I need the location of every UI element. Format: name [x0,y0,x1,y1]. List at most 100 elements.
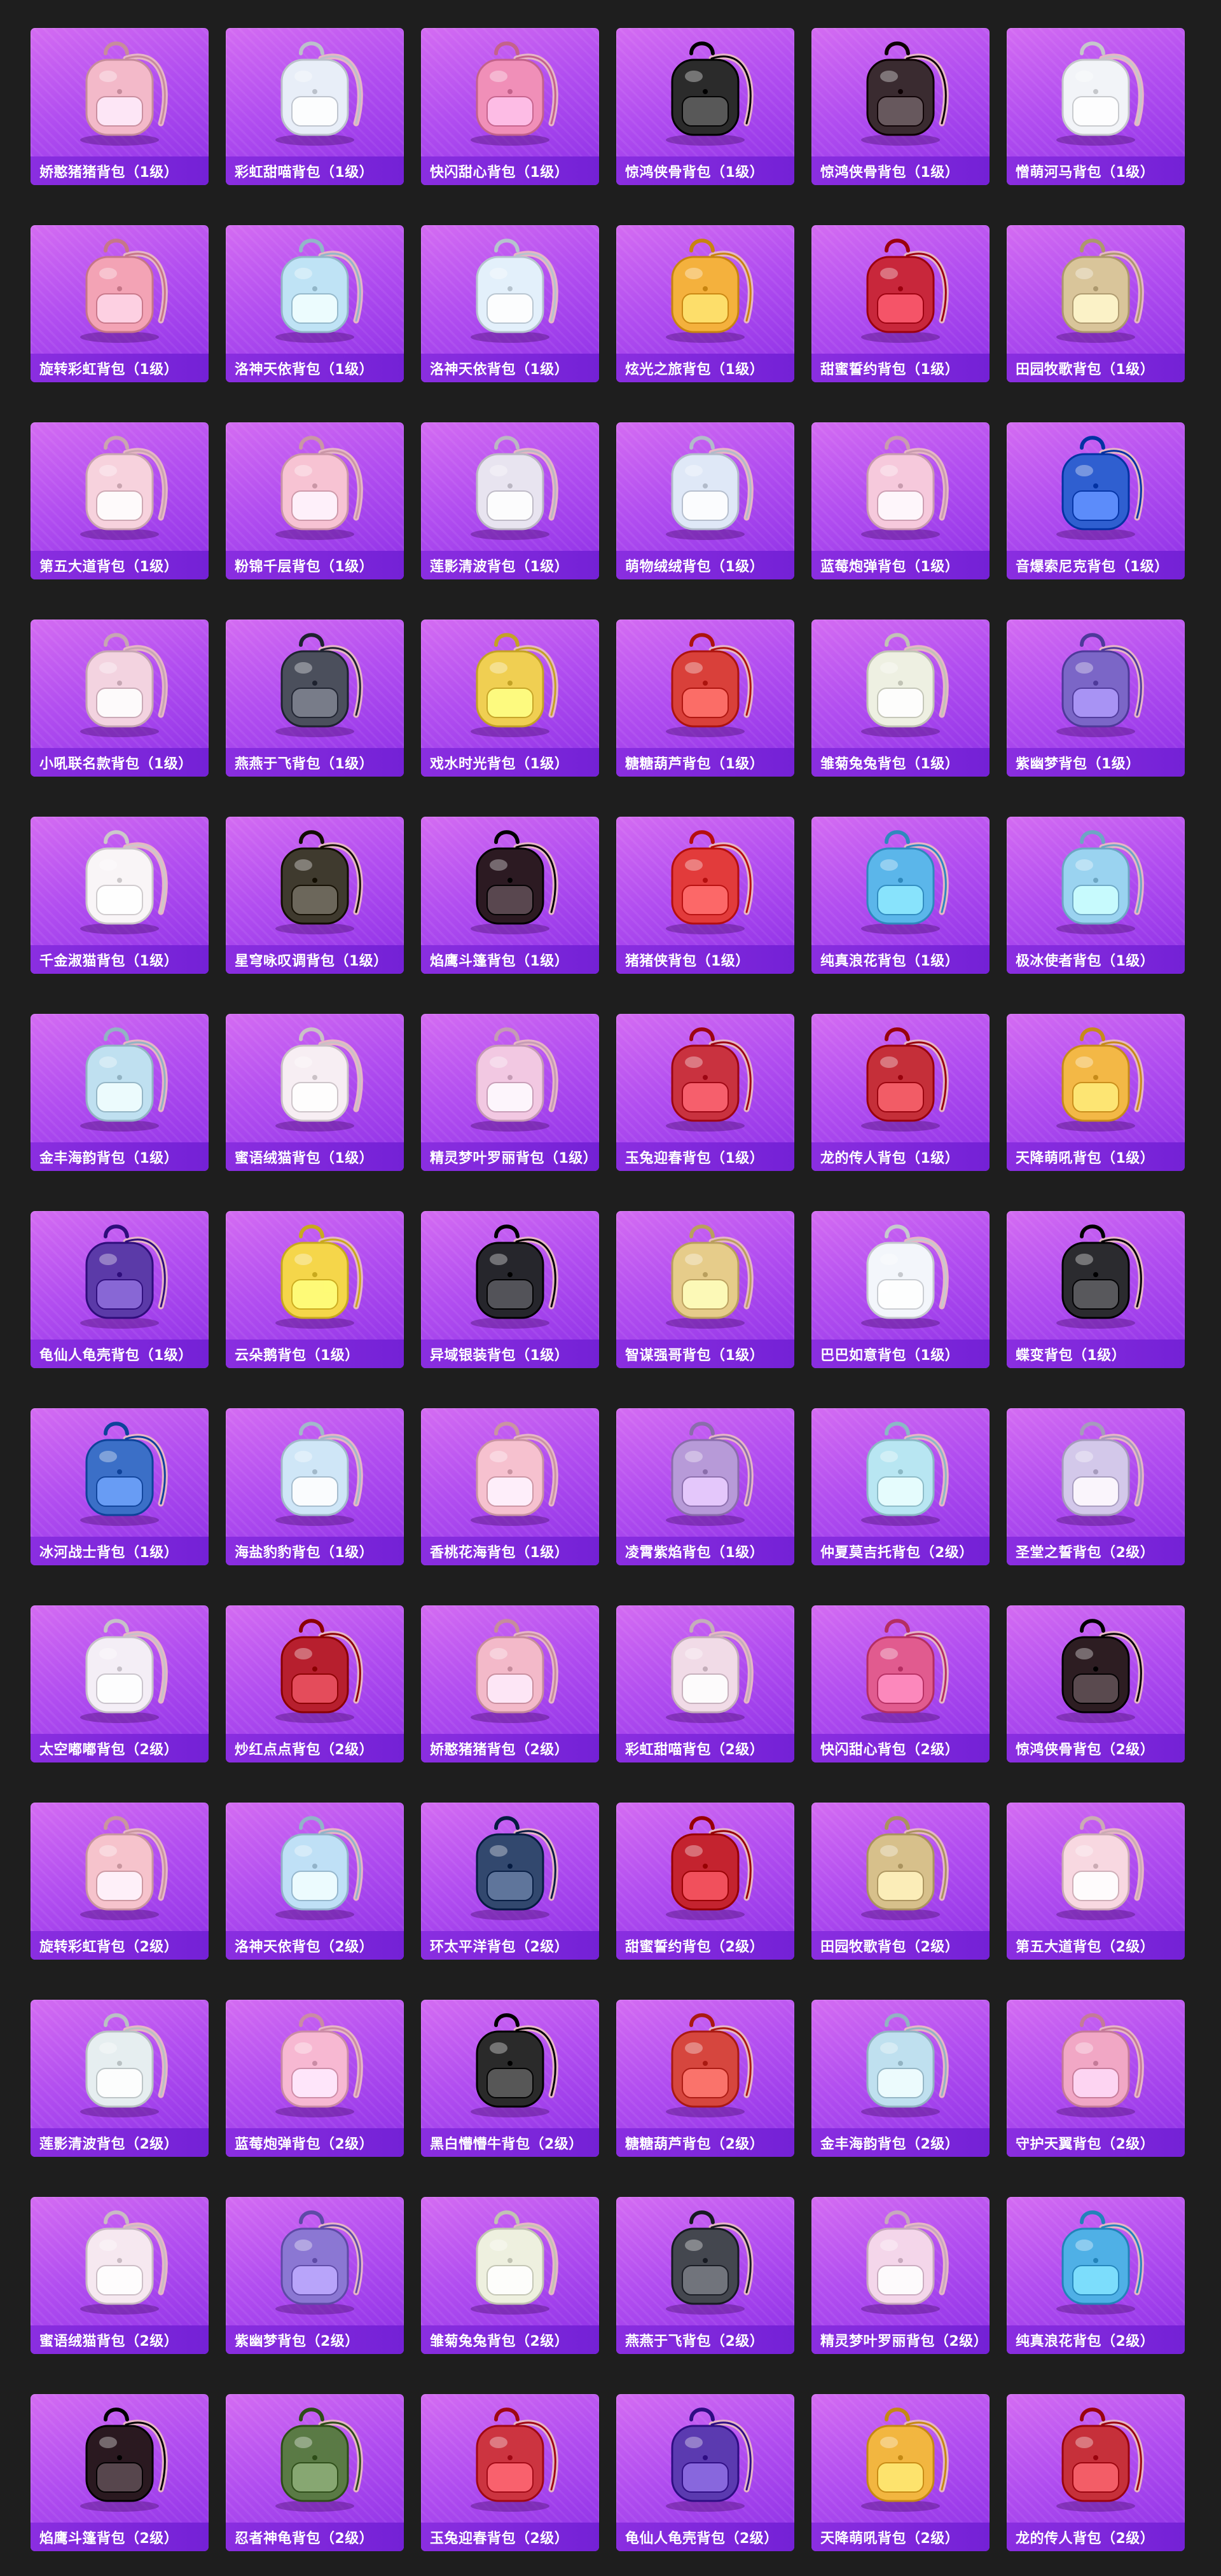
backpack-card[interactable]: 快闪甜心背包（2级） [811,1605,990,1762]
backpack-card[interactable]: 惊鸿侠骨背包（1级） [616,28,794,185]
backpack-card[interactable]: 彩虹甜喵背包（2级） [616,1605,794,1762]
backpack-card[interactable]: 洛神天依背包（1级） [226,225,404,382]
backpack-card[interactable]: 纯真浪花背包（1级） [811,817,990,974]
backpack-card[interactable]: 糖糖葫芦背包（1级） [616,620,794,777]
backpack-card[interactable]: 雏菊兔兔背包（1级） [811,620,990,777]
backpack-card[interactable]: 天降萌吼背包（1级） [1007,1014,1185,1171]
festive-backpack-icon [666,1027,754,1132]
backpack-card[interactable]: 莲影清波背包（1级） [421,422,599,579]
backpack-card[interactable]: 冰河战士背包（1级） [31,1408,209,1565]
backpack-card[interactable]: 忍者神龟背包（2级） [226,2394,404,2551]
backpack-card[interactable]: 惊鸿侠骨背包（2级） [1007,1605,1185,1762]
guardian-backpack-icon [1056,2013,1144,2117]
backpack-card[interactable]: 田园牧歌背包（1级） [1007,225,1185,382]
orb-backpack-icon [275,633,363,737]
mojito-backpack-icon [861,1422,949,1526]
backpack-name: 黑白懵懵牛背包（2级） [421,2128,599,2157]
backpack-card[interactable]: 香桃花海背包（1级） [421,1408,599,1565]
backpack-card[interactable]: 焰鹰斗篷背包（2级） [31,2394,209,2551]
backpack-card[interactable]: 第五大道背包（2级） [1007,1803,1185,1960]
tiger-backpack-icon [861,2407,949,2512]
backpack-card[interactable]: 甜蜜誓约背包（2级） [616,1803,794,1960]
backpack-card[interactable]: 炫光之旅背包（1级） [616,225,794,382]
backpack-card[interactable]: 洛神天依背包（1级） [421,225,599,382]
backpack-card[interactable]: 太空嘟嘟背包（2级） [31,1605,209,1762]
tiger-backpack-icon [1056,1027,1144,1132]
backpack-card[interactable]: 圣堂之誓背包（2级） [1007,1408,1185,1565]
backpack-card[interactable]: 蝶变背包（1级） [1007,1211,1185,1368]
backpack-card[interactable]: 仲夏莫吉托背包（2级） [811,1408,990,1565]
backpack-card[interactable]: 纯真浪花背包（2级） [1007,2197,1185,2354]
backpack-card[interactable]: 玉兔迎春背包（2级） [421,2394,599,2551]
backpack-card[interactable]: 燕燕于飞背包（1级） [226,620,404,777]
backpack-card[interactable]: 戏水时光背包（1级） [421,620,599,777]
backpack-card[interactable]: 云朵鹅背包（1级） [226,1211,404,1368]
backpack-card[interactable]: 萌物绒绒背包（1级） [616,422,794,579]
backpack-card[interactable]: 糖糖葫芦背包（2级） [616,2000,794,2157]
backpack-card[interactable]: 蓝莓炮弹背包（1级） [811,422,990,579]
backpack-card[interactable]: 凌霄紫焰背包（1级） [616,1408,794,1565]
backpack-name: 洛神天依背包（1级） [226,354,404,382]
backpack-card[interactable]: 龙的传人背包（1级） [811,1014,990,1171]
backpack-name: 娇憨猪猪背包（1级） [31,156,209,185]
backpack-card[interactable]: 小吼联名款背包（1级） [31,620,209,777]
backpack-card[interactable]: 旋转彩虹背包（2级） [31,1803,209,1960]
backpack-card[interactable]: 紫幽梦背包（1级） [1007,620,1185,777]
backpack-card[interactable]: 龟仙人龟壳背包（2级） [616,2394,794,2551]
plush-backpack-icon [666,436,754,540]
wing-backpack-icon [1056,1422,1144,1526]
backpack-card[interactable]: 黑白懵懵牛背包（2级） [421,2000,599,2157]
backpack-name: 音爆索尼克背包（1级） [1007,551,1185,579]
backpack-card[interactable]: 星穹咏叹调背包（1级） [226,817,404,974]
backpack-card[interactable]: 娇憨猪猪背包（2级） [421,1605,599,1762]
backpack-card[interactable]: 惊鸿侠骨背包（1级） [811,28,990,185]
backpack-card[interactable]: 巴巴如意背包（1级） [811,1211,990,1368]
backpack-card[interactable]: 彩虹甜喵背包（1级） [226,28,404,185]
backpack-name: 惊鸿侠骨背包（2级） [1007,1734,1185,1762]
backpack-card[interactable]: 蜜语绒猫背包（2级） [31,2197,209,2354]
backpack-card[interactable]: 娇憨猪猪背包（1级） [31,28,209,185]
backpack-card[interactable]: 音爆索尼克背包（1级） [1007,422,1185,579]
backpack-card[interactable]: 焰鹰斗篷背包（1级） [421,817,599,974]
orb-backpack-icon [666,2210,754,2315]
backpack-card[interactable]: 第五大道背包（1级） [31,422,209,579]
backpack-card[interactable]: 天降萌吼背包（2级） [811,2394,990,2551]
backpack-card[interactable]: 炒红点点背包（2级） [226,1605,404,1762]
backpack-card[interactable]: 极冰使者背包（1级） [1007,817,1185,974]
backpack-card[interactable]: 旋转彩虹背包（1级） [31,225,209,382]
bunny-backpack-icon [80,633,168,737]
backpack-card[interactable]: 千金淑猫背包（1级） [31,817,209,974]
backpack-card[interactable]: 龟仙人龟壳背包（1级） [31,1211,209,1368]
backpack-card[interactable]: 憎萌河马背包（1级） [1007,28,1185,185]
pighero-backpack-icon [666,830,754,934]
backpack-card[interactable]: 紫幽梦背包（2级） [226,2197,404,2354]
backpack-name: 玉兔迎春背包（2级） [421,2523,599,2551]
backpack-card[interactable]: 金丰海韵背包（2级） [811,2000,990,2157]
backpack-card[interactable]: 粉锦千层背包（1级） [226,422,404,579]
backpack-card[interactable]: 海盐豹豹背包（1级） [226,1408,404,1565]
backpack-card[interactable]: 环太平洋背包（2级） [421,1803,599,1960]
backpack-card[interactable]: 龙的传人背包（2级） [1007,2394,1185,2551]
backpack-card[interactable]: 燕燕于飞背包（2级） [616,2197,794,2354]
backpack-card[interactable]: 精灵梦叶罗丽背包（2级） [811,2197,990,2354]
backpack-card[interactable]: 蜜语绒猫背包（1级） [226,1014,404,1171]
backpack-card[interactable]: 智谋强哥背包（1级） [616,1211,794,1368]
backpack-card[interactable]: 玉兔迎春背包（1级） [616,1014,794,1171]
backpack-name: 龙的传人背包（1级） [811,1142,990,1171]
backpack-card[interactable]: 田园牧歌背包（2级） [811,1803,990,1960]
backpack-card[interactable]: 金丰海韵背包（1级） [31,1014,209,1171]
backpack-card[interactable]: 雏菊兔兔背包（2级） [421,2197,599,2354]
backpack-card[interactable]: 甜蜜誓约背包（1级） [811,225,990,382]
backpack-card[interactable]: 莲影清波背包（2级） [31,2000,209,2157]
backpack-card[interactable]: 蓝莓炮弹背包（2级） [226,2000,404,2157]
basket-backpack-icon [1056,239,1144,343]
backpack-card[interactable]: 守护天翼背包（2级） [1007,2000,1185,2157]
backpack-card[interactable]: 异域银装背包（1级） [421,1211,599,1368]
daisy-backpack-icon [471,2210,558,2315]
backpack-card[interactable]: 快闪甜心背包（1级） [421,28,599,185]
backpack-card[interactable]: 洛神天依背包（2级） [226,1803,404,1960]
backpack-card[interactable]: 猪猪侠背包（1级） [616,817,794,974]
backpack-name: 焰鹰斗篷背包（1级） [421,945,599,974]
daisy-backpack-icon [861,633,949,737]
backpack-card[interactable]: 精灵梦叶罗丽背包（1级） [421,1014,599,1171]
